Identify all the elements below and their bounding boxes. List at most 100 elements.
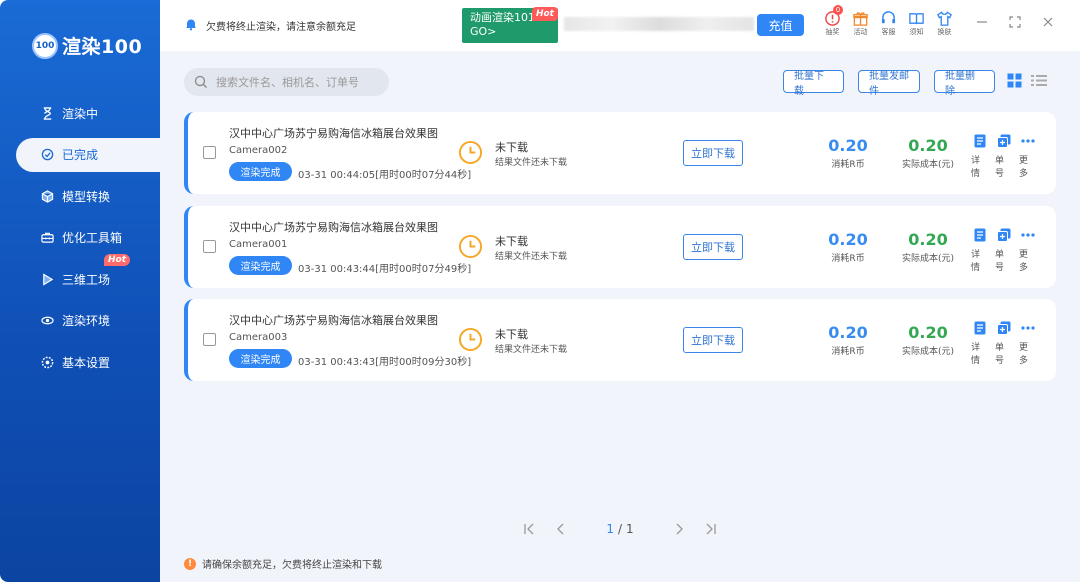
logo-text: 渲染100 (62, 36, 143, 58)
top-icon-group: 0 抽奖 活动 客服 须知 换肤 (822, 5, 955, 37)
more-dots-icon (1020, 326, 1035, 330)
sidebar-item-rendering[interactable]: 渲染中 (0, 96, 160, 130)
sidebar-item-completed[interactable]: 已完成 (16, 137, 160, 172)
details-button[interactable]: 详情 (971, 228, 988, 273)
actual-cost: 0.20 实际成本(元) (888, 136, 968, 170)
rcoin-cost: 0.20 消耗R币 (808, 136, 888, 170)
download-state-desc: 结果文件还未下载 (495, 345, 568, 355)
task-checkbox[interactable] (203, 146, 216, 159)
task-title: 汉中中心广场苏宁易购海信冰箱展台效果图 (229, 127, 438, 140)
environment-icon (40, 314, 54, 328)
cost-label: 实际成本(元) (901, 347, 955, 357)
skin-button[interactable]: 换肤 (934, 10, 955, 37)
more-button[interactable]: 更多 (1019, 134, 1036, 179)
sidebar-item-toolbox[interactable]: 优化工具箱 (0, 221, 160, 255)
icon-label: 换肤 (937, 28, 952, 36)
search-input[interactable]: 搜索文件名、相机名、订单号 (184, 68, 389, 96)
window-controls (976, 16, 1054, 28)
minimize-icon[interactable] (976, 16, 988, 28)
order-number-button[interactable]: 单号 (995, 228, 1012, 273)
more-button[interactable]: 更多 (1019, 228, 1036, 273)
more-button[interactable]: 更多 (1019, 321, 1036, 366)
order-number-button[interactable]: 单号 (995, 321, 1012, 366)
render-time: 03-31 00:43:43[用时00时09分30秒] (298, 357, 472, 368)
cost-value: 0.20 (908, 229, 948, 249)
sidebar-item-render-env[interactable]: 渲染环境 (0, 304, 160, 338)
cost-label: 实际成本(元) (901, 160, 955, 170)
sidebar-item-model-convert[interactable]: 模型转换 (0, 179, 160, 213)
task-checkbox[interactable] (203, 333, 216, 346)
promo-go: GO> (470, 25, 497, 38)
status-badge: 渲染完成 (229, 255, 292, 275)
details-button[interactable]: 详情 (971, 321, 988, 366)
shirt-icon (937, 11, 952, 26)
total-pages: 1 (626, 522, 634, 536)
maximize-icon[interactable] (1009, 16, 1021, 28)
clock-icon (458, 234, 483, 258)
task-card: 汉中中心广场苏宁易购海信冰箱展台效果图 Camera002 渲染完成 03-31… (184, 112, 1056, 194)
lottery-button[interactable]: 0 抽奖 (822, 5, 843, 37)
task-operations: 详情 单号 更多 (971, 134, 1036, 179)
last-page-icon[interactable] (699, 523, 723, 535)
first-page-icon[interactable] (517, 523, 541, 535)
sidebar-item-label: 渲染环境 (62, 314, 111, 329)
download-now-button[interactable]: 立即下载 (683, 327, 743, 353)
hot-badge: Hot (104, 254, 131, 267)
promo-banner[interactable]: 动画渲染101 GO> Hot (462, 7, 558, 43)
notification-badge: 0 (833, 5, 843, 15)
download-now-button[interactable]: 立即下载 (683, 233, 743, 260)
actual-cost: 0.20 实际成本(元) (888, 230, 968, 264)
rcoin-value: 0.20 (828, 323, 868, 342)
sidebar-item-3d-factory[interactable]: Hot 三维工场 (0, 254, 160, 296)
arrears-notice: 欠费将终止渲染，请注意余额充足 (184, 17, 356, 34)
headset-icon (881, 11, 896, 24)
recharge-button[interactable]: 充值 (757, 14, 804, 36)
list-view-icon[interactable] (1031, 73, 1047, 88)
task-card: 汉中中心广场苏宁易购海信冰箱展台效果图 Camera003 渲染完成 03-31… (184, 299, 1056, 381)
details-button[interactable]: 详情 (971, 134, 988, 179)
batch-email-button[interactable]: 批量发邮件 (858, 70, 920, 97)
sidebar-nav: 渲染中 已完成 模型转换 优化工具箱 Hot 三维工场 渲染环境 基本设置 (0, 96, 160, 387)
task-checkbox[interactable] (203, 239, 216, 253)
close-icon[interactable] (1042, 16, 1054, 28)
download-state: 未下载 (495, 234, 528, 248)
grid-view-icon[interactable] (1007, 73, 1022, 88)
footer-notice: ! 请确保余额充足，欠费将终止渲染和下载 (184, 556, 382, 571)
activity-button[interactable]: 活动 (850, 10, 871, 37)
batch-actions: 批量下载 批量发邮件 批量删除 (783, 70, 995, 97)
current-page: 1 (606, 522, 614, 536)
status-badge: 渲染完成 (229, 349, 292, 368)
status-badge: 渲染完成 (229, 162, 292, 181)
download-now-button[interactable]: 立即下载 (683, 140, 743, 166)
order-number-button[interactable]: 单号 (995, 134, 1012, 179)
completed-icon (40, 148, 54, 162)
op-label: 单号 (995, 249, 1005, 273)
op-label: 详情 (971, 249, 981, 273)
account-info-blurred (564, 17, 754, 31)
op-label: 单号 (995, 156, 1005, 179)
notice-button[interactable]: 须知 (906, 10, 927, 37)
sidebar-item-label: 优化工具箱 (62, 231, 123, 246)
op-label: 详情 (971, 156, 981, 179)
toolbox-icon (40, 231, 54, 245)
service-button[interactable]: 客服 (878, 10, 899, 37)
pagination: 1 / 1 (517, 522, 723, 536)
prev-page-icon[interactable] (549, 523, 573, 535)
sidebar-item-label: 模型转换 (62, 189, 111, 204)
rcoin-cost: 0.20 消耗R币 (808, 230, 888, 264)
batch-delete-button[interactable]: 批量删除 (934, 70, 995, 97)
camera-name: Camera002 (229, 145, 288, 156)
download-state-desc: 结果文件还未下载 (495, 251, 568, 262)
batch-download-button[interactable]: 批量下载 (783, 70, 844, 97)
download-state: 未下载 (495, 328, 528, 341)
next-page-icon[interactable] (667, 523, 691, 535)
rcoin-label: 消耗R币 (831, 347, 865, 357)
icon-label: 客服 (881, 28, 896, 36)
cube-icon (40, 189, 54, 203)
hourglass-icon (40, 106, 54, 120)
icon-label: 须知 (909, 28, 924, 36)
rcoin-label: 消耗R币 (831, 253, 865, 264)
cost-value: 0.20 (908, 136, 948, 155)
sidebar-item-settings[interactable]: 基本设置 (0, 346, 160, 380)
warning-icon: ! (184, 557, 196, 570)
